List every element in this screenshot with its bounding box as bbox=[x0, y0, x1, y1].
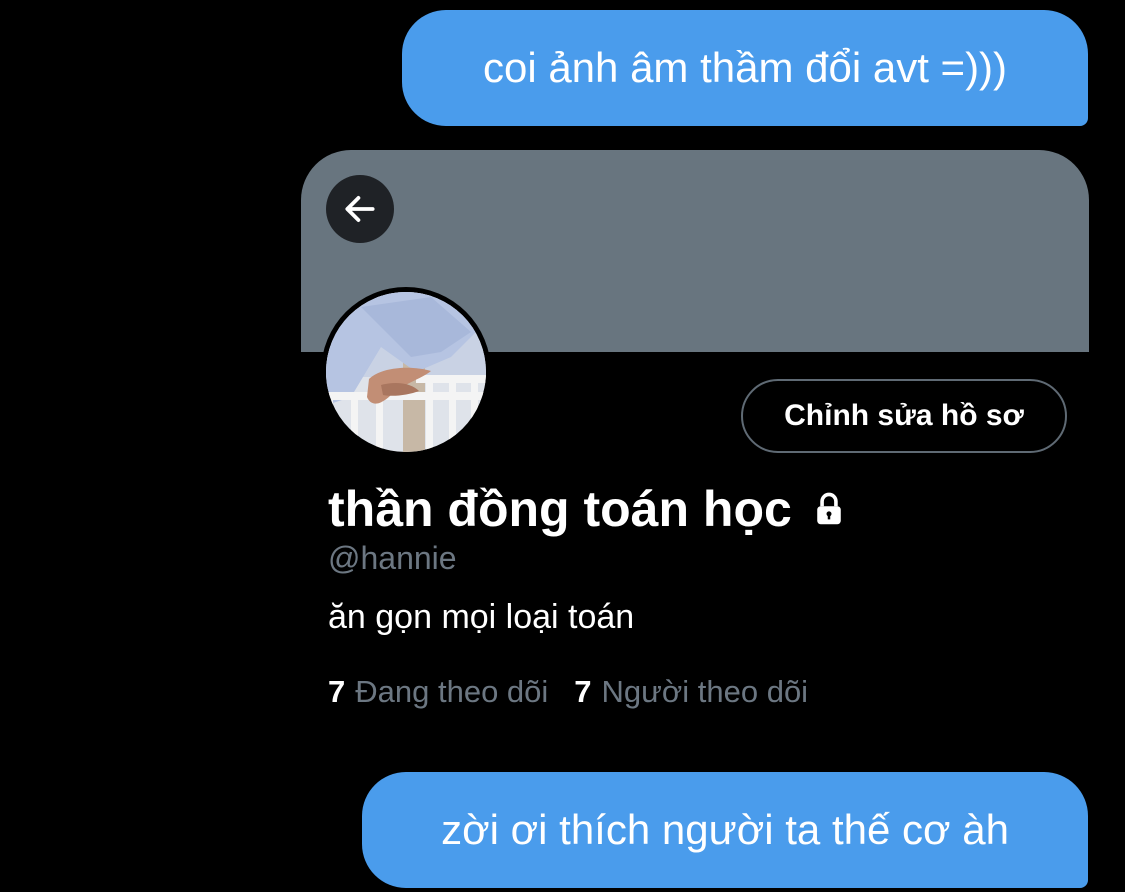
followers-label: Người theo dõi bbox=[601, 674, 809, 709]
arrow-left-icon bbox=[345, 196, 375, 222]
display-name: thần đồng toán học bbox=[328, 480, 846, 538]
display-name-text: thần đồng toán học bbox=[328, 481, 792, 537]
avatar-photo bbox=[326, 292, 486, 452]
message-bubble[interactable]: zời ơi thích người ta thế cơ àh bbox=[362, 772, 1088, 888]
following-count: 7 bbox=[328, 674, 346, 709]
back-button[interactable] bbox=[326, 175, 394, 243]
message-bubble[interactable]: coi ảnh âm thầm đổi avt =))) bbox=[402, 10, 1088, 126]
followers-count: 7 bbox=[574, 674, 592, 709]
following-label: Đang theo dõi bbox=[355, 674, 549, 709]
profile-bio: ăn gọn mọi loại toán bbox=[328, 598, 635, 636]
edit-profile-label: Chỉnh sửa hồ sơ bbox=[784, 399, 1024, 432]
lock-icon bbox=[812, 491, 846, 527]
message-text: coi ảnh âm thầm đổi avt =))) bbox=[482, 44, 1008, 91]
profile-screenshot-card: Chỉnh sửa hồ sơ thần đồng toán học @hann… bbox=[301, 150, 1089, 750]
message-text: zời ơi thích người ta thế cơ àh bbox=[441, 806, 1009, 853]
edit-profile-button[interactable]: Chỉnh sửa hồ sơ bbox=[741, 379, 1067, 453]
avatar[interactable] bbox=[321, 287, 491, 457]
following-stat[interactable]: 7 Đang theo dõi bbox=[328, 674, 548, 710]
followers-stat[interactable]: 7 Người theo dõi bbox=[574, 674, 808, 710]
follow-stats: 7 Đang theo dõi 7 Người theo dõi bbox=[328, 674, 808, 710]
profile-handle: @hannie bbox=[328, 540, 457, 576]
